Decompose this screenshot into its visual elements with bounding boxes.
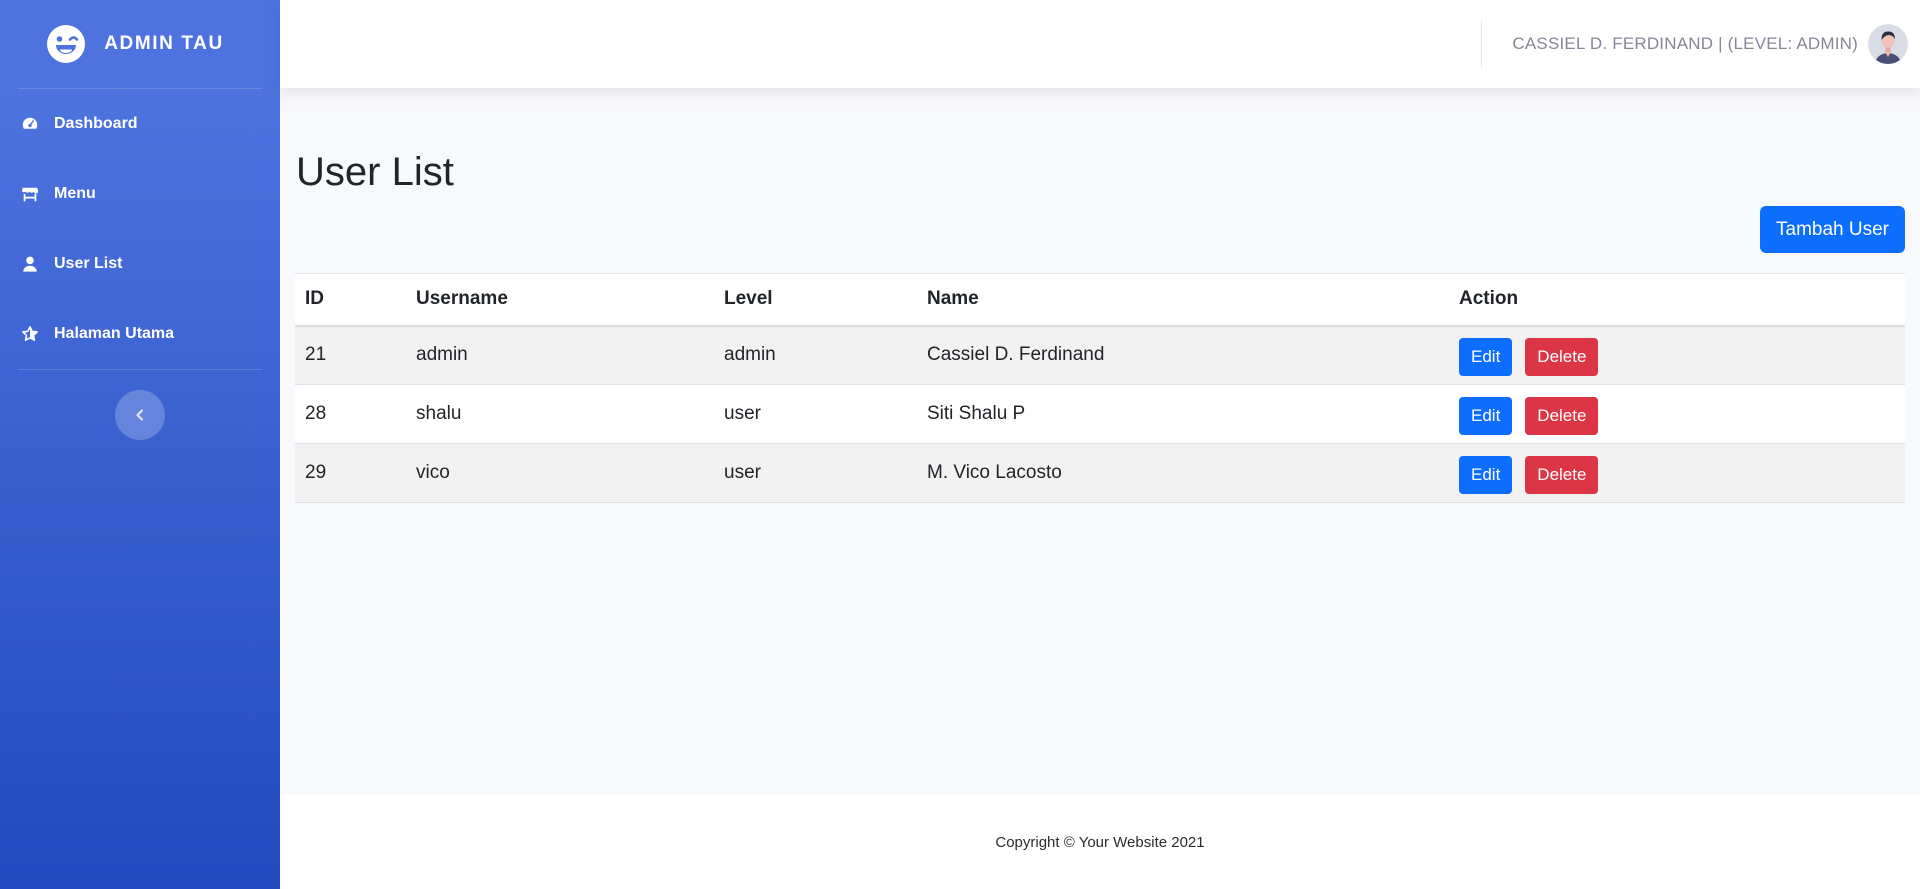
cell-level: user — [714, 384, 917, 444]
cell-id: 21 — [295, 325, 406, 385]
topbar: CASSIEL D. FERDINAND | (LEVEL: ADMIN) — [280, 0, 1920, 88]
cell-action: Edit Delete — [1449, 443, 1905, 503]
sidebar-toggle-button[interactable] — [115, 390, 165, 440]
delete-button[interactable]: Delete — [1525, 397, 1599, 435]
table-header: ID Username Level Name Action — [295, 273, 1905, 327]
sidebar-item-halaman-utama[interactable]: Halaman Utama — [0, 299, 280, 369]
main-content: User List Tambah User ID Username Level … — [280, 88, 1920, 795]
sidebar-toggle-wrap — [0, 370, 280, 440]
cell-action: Edit Delete — [1449, 384, 1905, 444]
brand-name: ADMIN TAU — [104, 33, 224, 54]
cell-id: 29 — [295, 443, 406, 503]
sidebar-item-user-list[interactable]: User List — [0, 229, 280, 299]
delete-button[interactable]: Delete — [1525, 456, 1599, 494]
copyright-text: Copyright © Your Website 2021 — [995, 833, 1205, 851]
user-table: ID Username Level Name Action 21 admin a… — [295, 273, 1905, 503]
cell-name: M. Vico Lacosto — [917, 443, 1449, 503]
sidebar: ADMIN TAU Dashboard Menu User List Halam… — [0, 0, 280, 889]
cell-username: admin — [406, 325, 714, 385]
avatar[interactable] — [1868, 24, 1908, 64]
sidebar-item-label: Halaman Utama — [54, 325, 175, 342]
cell-name: Siti Shalu P — [917, 384, 1449, 444]
store-icon — [20, 184, 40, 204]
topbar-divider — [1481, 20, 1483, 68]
laugh-wink-icon — [47, 25, 86, 63]
star-icon — [20, 324, 40, 344]
app: ADMIN TAU Dashboard Menu User List Halam… — [0, 0, 1920, 889]
delete-button[interactable]: Delete — [1525, 338, 1599, 377]
sidebar-item-label: Dashboard — [54, 115, 138, 132]
user-name-label[interactable]: CASSIEL D. FERDINAND | (LEVEL: ADMIN) — [1512, 34, 1858, 54]
column-header-name: Name — [917, 273, 1449, 327]
page-title: User List — [296, 150, 454, 194]
sidebar-brand[interactable]: ADMIN TAU — [0, 0, 280, 88]
cell-name: Cassiel D. Ferdinand — [917, 325, 1449, 385]
table-row: 29 vico user M. Vico Lacosto Edit Delete — [295, 443, 1905, 503]
table-body: 21 admin admin Cassiel D. Ferdinand Edit… — [295, 325, 1905, 503]
column-header-action: Action — [1449, 273, 1905, 327]
column-header-level: Level — [714, 273, 917, 327]
sidebar-item-label: Menu — [54, 185, 96, 202]
cell-username: shalu — [406, 384, 714, 444]
user-icon — [20, 254, 40, 274]
sidebar-item-label: User List — [54, 255, 123, 272]
user-table-wrap: ID Username Level Name Action 21 admin a… — [295, 273, 1905, 503]
add-user-button[interactable]: Tambah User — [1760, 206, 1905, 253]
table-row: 28 shalu user Siti Shalu P Edit Delete — [295, 384, 1905, 444]
edit-button[interactable]: Edit — [1459, 338, 1513, 377]
edit-button[interactable]: Edit — [1459, 456, 1513, 494]
edit-button[interactable]: Edit — [1459, 397, 1513, 435]
cell-action: Edit Delete — [1449, 325, 1905, 385]
sidebar-item-dashboard[interactable]: Dashboard — [0, 89, 280, 159]
column-header-id: ID — [295, 273, 406, 327]
table-header-row: ID Username Level Name Action — [295, 273, 1905, 327]
cell-username: vico — [406, 443, 714, 503]
tachometer-icon — [20, 114, 40, 134]
cell-level: admin — [714, 325, 917, 385]
chevron-left-icon — [136, 409, 144, 421]
footer: Copyright © Your Website 2021 — [280, 795, 1920, 889]
table-row: 21 admin admin Cassiel D. Ferdinand Edit… — [295, 325, 1905, 385]
sidebar-item-menu[interactable]: Menu — [0, 159, 280, 229]
cell-id: 28 — [295, 384, 406, 444]
cell-level: user — [714, 443, 917, 503]
column-header-username: Username — [406, 273, 714, 327]
